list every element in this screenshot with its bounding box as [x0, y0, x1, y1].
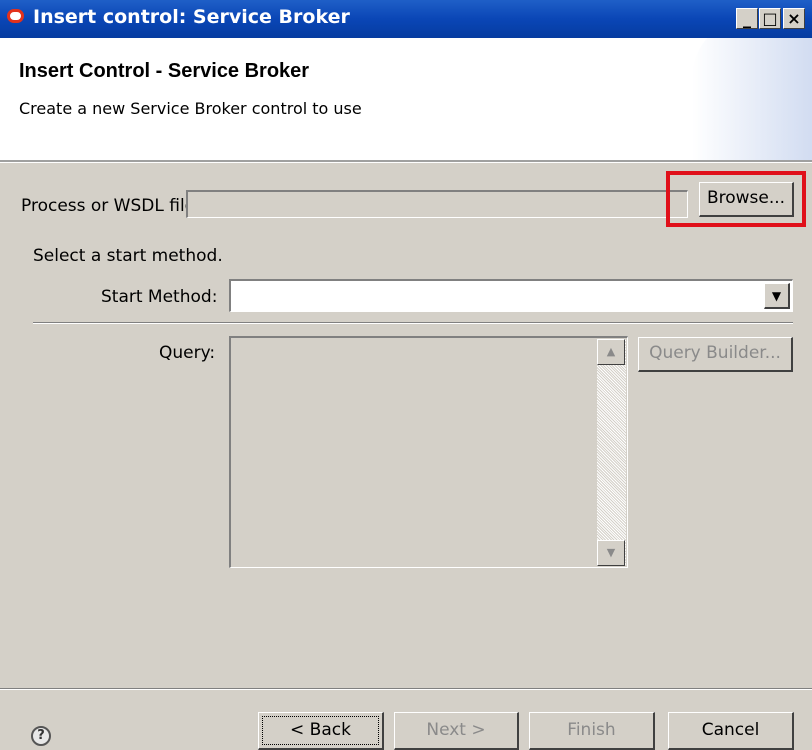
- query-label: Query:: [159, 343, 216, 363]
- cancel-button-label: Cancel: [701, 720, 760, 740]
- query-scrollbar[interactable]: ▲ ▼: [597, 339, 626, 566]
- finish-button[interactable]: Finish: [529, 712, 655, 750]
- window-title: Insert control: Service Broker: [33, 6, 350, 28]
- dialog-header: Insert Control - Service Broker Create a…: [0, 38, 812, 160]
- focus-ring: [262, 716, 379, 745]
- footer-divider: [0, 688, 812, 690]
- scroll-down-icon[interactable]: ▼: [597, 540, 625, 566]
- query-textarea[interactable]: [229, 336, 628, 568]
- minimize-button[interactable]: _: [736, 8, 758, 29]
- page-subtitle: Create a new Service Broker control to u…: [19, 99, 362, 118]
- close-button[interactable]: ×: [783, 8, 805, 29]
- form-divider: [33, 322, 793, 324]
- start-method-instruction: Select a start method.: [33, 246, 223, 266]
- page-title: Insert Control - Service Broker: [19, 60, 310, 82]
- back-button[interactable]: < Back: [258, 712, 384, 750]
- cancel-button[interactable]: Cancel: [668, 712, 794, 750]
- scroll-up-icon[interactable]: ▲: [597, 339, 625, 365]
- start-method-select[interactable]: ▼: [229, 279, 793, 312]
- wsdl-file-input[interactable]: [186, 190, 688, 218]
- next-button-label: Next >: [426, 720, 486, 740]
- wsdl-label: Process or WSDL file:: [21, 196, 201, 216]
- browse-highlight-box: [666, 171, 806, 227]
- help-icon[interactable]: ?: [31, 726, 51, 746]
- maximize-button[interactable]: □: [759, 8, 781, 29]
- chevron-down-icon[interactable]: ▼: [764, 283, 790, 309]
- finish-button-label: Finish: [567, 720, 616, 740]
- query-builder-button[interactable]: Query Builder...: [638, 337, 793, 372]
- start-method-label: Start Method:: [101, 287, 218, 307]
- next-button[interactable]: Next >: [394, 712, 519, 750]
- header-decoration: [692, 38, 812, 160]
- query-builder-label: Query Builder...: [649, 343, 781, 363]
- window-titlebar[interactable]: Insert control: Service Broker _ □ ×: [0, 0, 812, 38]
- oracle-logo-icon: [7, 9, 24, 23]
